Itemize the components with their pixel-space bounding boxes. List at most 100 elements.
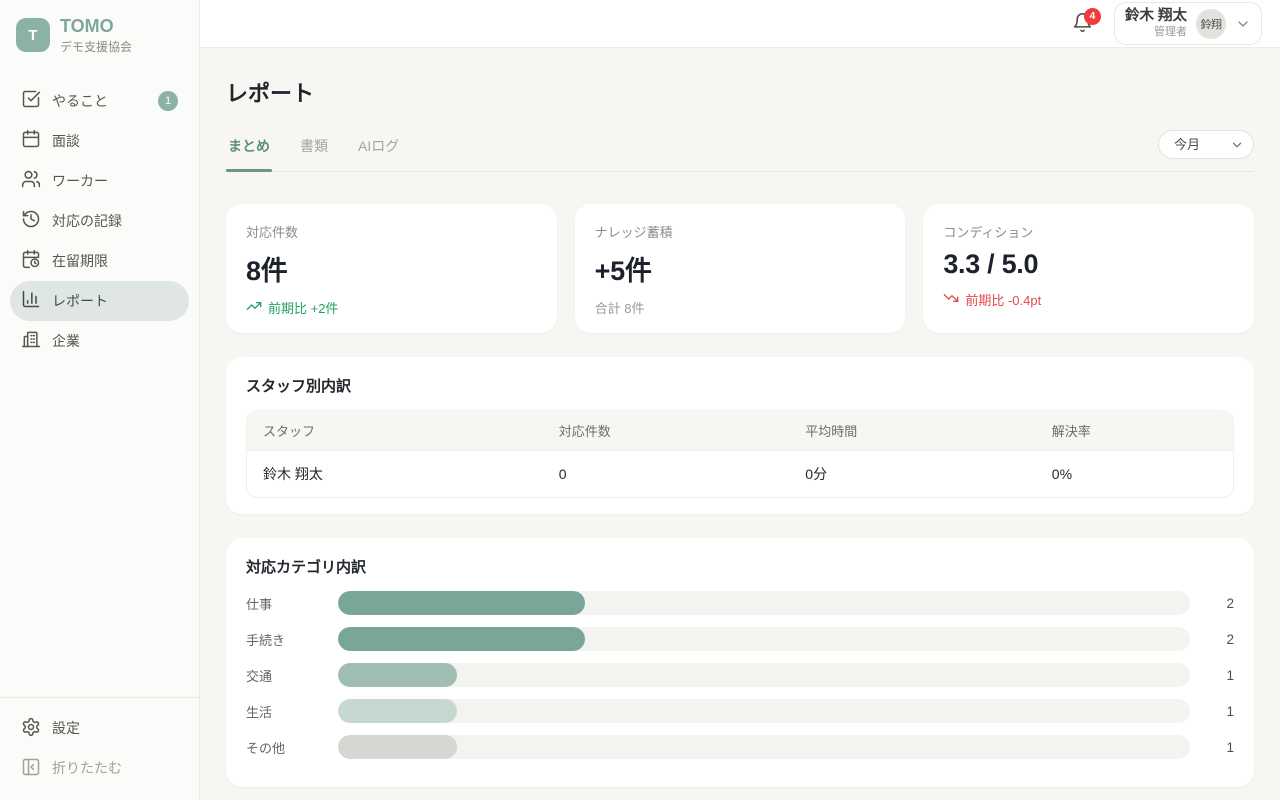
stat-trend: 前期比 -0.4pt [943,290,1234,309]
trending-up-icon [246,298,262,317]
col-header-staff: スタッフ [247,411,543,450]
sidebar-item-settings[interactable]: 設定 [10,708,189,748]
stat-card-condition: コンディション 3.3 / 5.0 前期比 -0.4pt [923,204,1254,333]
org-name: デモ支援協会 [60,38,132,55]
stat-card-cases: 対応件数 8件 前期比 +2件 [226,204,557,333]
col-header-resolution: 解決率 [1036,411,1233,450]
staff-table: スタッフ 対応件数 平均時間 解決率 鈴木 翔太 0 0分 0% [246,410,1234,498]
sidebar-item-reports[interactable]: レポート [10,281,189,321]
bar-label: 手続き [246,630,338,649]
calendar-clock-icon [21,249,41,272]
sidebar-item-label: 企業 [52,331,80,351]
cell-staff-name: 鈴木 翔太 [247,450,543,497]
user-role: 管理者 [1125,26,1187,39]
notification-count-badge: 4 [1084,8,1101,25]
col-header-avg-time: 平均時間 [789,411,1036,450]
category-bar-chart: 仕事 2 手続き 2 交通 1 生活 1 その他 1 [246,585,1234,765]
stat-value: 8件 [246,249,537,288]
table-row: 鈴木 翔太 0 0分 0% [247,450,1233,497]
bar-row-other: その他 1 [246,729,1234,765]
sidebar-item-label: レポート [52,291,108,311]
sidebar-item-todo[interactable]: やること 1 [10,81,189,121]
stat-value: 3.3 / 5.0 [943,249,1234,280]
bar-label: 生活 [246,702,338,721]
sidebar-collapse-button[interactable]: 折りたたむ [10,748,189,788]
tab-documents[interactable]: 書類 [298,128,330,171]
table-header-row: スタッフ 対応件数 平均時間 解決率 [247,411,1233,450]
history-icon [21,209,41,232]
bar-track [338,699,1190,723]
logo-mark: T [16,18,50,52]
chevron-down-icon [1235,16,1251,32]
stat-label: コンディション [943,222,1234,241]
bar-value: 1 [1208,740,1234,755]
col-header-cases: 対応件数 [543,411,790,450]
sidebar-menu: やること 1 面談 ワーカー 対応の記録 在留期限 [0,81,199,361]
collapse-panel-icon [21,757,41,780]
users-icon [21,169,41,192]
gear-icon [21,717,41,740]
sidebar-item-label: 対応の記録 [52,211,122,231]
bar-row-procedures: 手続き 2 [246,621,1234,657]
sidebar-footer: 設定 折りたたむ [0,697,199,800]
page-title: レポート [226,76,1254,108]
stat-label: ナレッジ蓄積 [595,222,886,241]
stat-trend: 前期比 +2件 [246,298,537,317]
sidebar-item-residence[interactable]: 在留期限 [10,241,189,281]
staff-breakdown-card: スタッフ別内訳 スタッフ 対応件数 平均時間 解決率 鈴木 翔太 0 0分 0% [226,357,1254,514]
stat-trend-text: 前期比 -0.4pt [965,290,1041,309]
sidebar-item-workers[interactable]: ワーカー [10,161,189,201]
avatar: 鈴翔 [1196,9,1226,39]
stat-trend: 合計 8件 [595,298,886,317]
todo-count-badge: 1 [158,91,178,111]
sidebar-item-label: 面談 [52,131,80,151]
bar-fill [338,591,585,615]
stat-trend-text: 前期比 +2件 [268,298,338,317]
bar-row-transport: 交通 1 [246,657,1234,693]
tab-summary[interactable]: まとめ [226,128,272,171]
check-square-icon [21,89,41,112]
app-logo: T TOMO デモ支援協会 [0,0,199,55]
bar-fill [338,663,457,687]
stat-label: 対応件数 [246,222,537,241]
bar-value: 2 [1208,632,1234,647]
user-name: 鈴木 翔太 [1125,8,1187,25]
sidebar-item-interviews[interactable]: 面談 [10,121,189,161]
tab-ailog[interactable]: AIログ [356,128,401,171]
bar-value: 1 [1208,704,1234,719]
period-select[interactable]: 今月 [1158,130,1254,159]
bar-label: 交通 [246,666,338,685]
cell-avg-time: 0分 [789,450,1036,497]
sidebar-item-label: やること [52,91,108,111]
bar-label: 仕事 [246,594,338,613]
bar-label: その他 [246,738,338,757]
sidebar-item-label: 在留期限 [52,251,108,271]
bar-track [338,735,1190,759]
bar-track [338,663,1190,687]
sidebar: T TOMO デモ支援協会 やること 1 面談 ワーカー [0,0,200,800]
bar-value: 2 [1208,596,1234,611]
stat-trend-text: 合計 8件 [595,298,645,317]
stats-cards: 対応件数 8件 前期比 +2件 ナレッジ蓄積 +5件 合計 8件 コンディション… [226,204,1254,333]
sidebar-item-records[interactable]: 対応の記録 [10,201,189,241]
sidebar-item-label: ワーカー [52,171,108,191]
app-title: TOMO [60,16,132,37]
sidebar-item-label: 折りたたむ [52,758,122,778]
bar-chart-icon [21,289,41,312]
main-content: レポート まとめ 書類 AIログ 今月 対応件数 8件 前期比 +2件 [200,48,1280,800]
sidebar-item-companies[interactable]: 企業 [10,321,189,361]
trending-down-icon [943,290,959,309]
bar-value: 1 [1208,668,1234,683]
bar-fill [338,627,585,651]
building-icon [21,329,41,352]
bar-track [338,627,1190,651]
tabs-bar: まとめ 書類 AIログ 今月 [226,128,1254,172]
stat-value: +5件 [595,249,886,288]
cell-resolution: 0% [1036,450,1233,497]
user-menu[interactable]: 鈴木 翔太 管理者 鈴翔 [1114,2,1262,44]
bar-fill [338,699,457,723]
notifications-button[interactable]: 4 [1066,7,1100,41]
bar-track [338,591,1190,615]
section-title: スタッフ別内訳 [246,375,1234,396]
sidebar-item-label: 設定 [52,718,80,738]
